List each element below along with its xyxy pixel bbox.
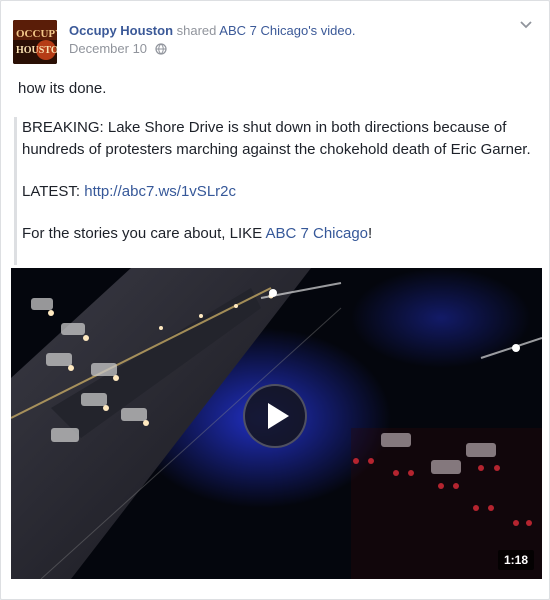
- breaking-text: BREAKING: Lake Shore Drive is shut down …: [22, 119, 531, 158]
- occupy-houston-logo: OCCUPY HOUSTON: [13, 20, 57, 64]
- play-button[interactable]: [243, 384, 307, 448]
- action-text: shared: [176, 23, 217, 38]
- latest-link[interactable]: http://abc7.ws/1vSLr2c: [84, 183, 236, 200]
- cta-suffix: !: [368, 225, 373, 242]
- globe-icon[interactable]: [155, 43, 167, 58]
- shared-from-link[interactable]: ABC 7 Chicago: [219, 23, 308, 38]
- chevron-down-icon[interactable]: [519, 17, 533, 35]
- shared-suffix-text[interactable]: 's video.: [308, 23, 355, 38]
- cta-line: For the stories you care about, LIKE ABC…: [22, 223, 534, 245]
- post-date[interactable]: December 10: [69, 41, 147, 56]
- play-icon: [268, 403, 289, 429]
- video-duration: 1:18: [497, 550, 534, 570]
- author-link[interactable]: Occupy Houston: [69, 23, 173, 38]
- svg-text:HOUSTON: HOUSTON: [16, 45, 57, 56]
- latest-line: LATEST: http://abc7.ws/1vSLr2c: [22, 181, 534, 203]
- post-card: OCCUPY HOUSTON Occupy Houston shared ABC…: [0, 0, 550, 600]
- latest-label: LATEST:: [22, 183, 85, 200]
- post-header: Occupy Houston shared ABC 7 Chicago's vi…: [69, 23, 355, 38]
- cta-prefix: For the stories you care about, LIKE: [22, 225, 266, 242]
- cta-page-link[interactable]: ABC 7 Chicago: [265, 225, 368, 242]
- svg-text:OCCUPY: OCCUPY: [16, 28, 57, 40]
- shared-post-quote: BREAKING: Lake Shore Drive is shut down …: [14, 117, 534, 265]
- post-meta: December 10: [69, 41, 167, 58]
- video-player[interactable]: 1:18: [11, 268, 542, 579]
- post-message: how its done.: [18, 80, 107, 97]
- avatar[interactable]: OCCUPY HOUSTON: [13, 20, 57, 64]
